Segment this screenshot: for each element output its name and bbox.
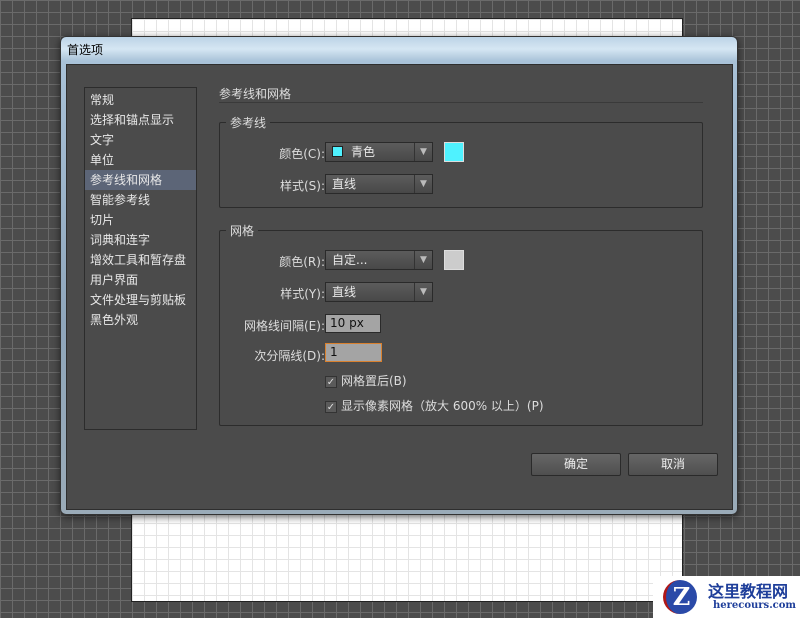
- sidebar-item-type[interactable]: 文字: [85, 130, 196, 150]
- subdivisions-label: 次分隔线(D):: [254, 349, 325, 363]
- subdivisions-input[interactable]: 1: [325, 343, 382, 362]
- sidebar-item-slices[interactable]: 切片: [85, 210, 196, 230]
- guides-color-label: 颜色(C):: [279, 147, 325, 161]
- divider: [219, 102, 703, 103]
- cancel-button[interactable]: 取消: [628, 453, 718, 476]
- preferences-category-list: 常规 选择和锚点显示 文字 单位 参考线和网格 智能参考线 切片 词典和连字 增…: [84, 87, 197, 430]
- section-title: 参考线和网格: [219, 87, 292, 101]
- guides-color-value: 青色: [351, 145, 376, 159]
- pixel-grid-label: 显示像素网格（放大 600% 以上）(P): [341, 399, 544, 413]
- sidebar-item-plugins[interactable]: 增效工具和暂存盘: [85, 250, 196, 270]
- ok-button[interactable]: 确定: [531, 453, 621, 476]
- checkmark-icon: ✓: [325, 376, 337, 388]
- grid-spacing-input[interactable]: 10 px: [325, 314, 381, 333]
- grid-group: 网格 颜色(R): 自定... ▼ 样式(Y): 直线 ▼ 网格线间隔(E): 10…: [219, 222, 703, 426]
- guides-color-dropdown[interactable]: 青色 ▼: [325, 142, 433, 162]
- guides-style-label: 样式(S):: [279, 179, 325, 193]
- sidebar-item-ui[interactable]: 用户界面: [85, 270, 196, 290]
- sidebar-item-general[interactable]: 常规: [85, 90, 196, 110]
- grids-in-back-checkbox[interactable]: ✓ 网格置后(B): [325, 372, 407, 389]
- grid-color-label: 颜色(R):: [279, 255, 325, 269]
- grid-color-dropdown[interactable]: 自定... ▼: [325, 250, 433, 270]
- cyan-swatch-icon: [332, 146, 343, 157]
- sidebar-item-black[interactable]: 黑色外观: [85, 310, 196, 330]
- watermark-url: herecours.com: [713, 600, 797, 611]
- dialog-title: 首选项: [67, 43, 104, 57]
- dialog-body: 常规 选择和锚点显示 文字 单位 参考线和网格 智能参考线 切片 词典和连字 增…: [66, 64, 733, 510]
- z-logo-icon: Z: [663, 580, 697, 614]
- grid-color-swatch[interactable]: [444, 250, 464, 270]
- sidebar-item-guides-grid[interactable]: 参考线和网格: [85, 170, 196, 190]
- sidebar-item-units[interactable]: 单位: [85, 150, 196, 170]
- sidebar-item-file-handling[interactable]: 文件处理与剪贴板: [85, 290, 196, 310]
- chevron-down-icon: ▼: [414, 175, 432, 193]
- watermark-logo: Z 这里教程网 herecours.com: [653, 576, 800, 618]
- sidebar-item-smart-guides[interactable]: 智能参考线: [85, 190, 196, 210]
- grid-style-label: 样式(Y):: [280, 287, 325, 301]
- guides-color-swatch[interactable]: [444, 142, 464, 162]
- grid-style-value: 直线: [332, 285, 357, 299]
- grids-in-back-label: 网格置后(B): [341, 374, 407, 388]
- watermark-name: 这里教程网: [708, 582, 789, 601]
- chevron-down-icon: ▼: [414, 251, 432, 269]
- grid-legend: 网格: [226, 222, 259, 239]
- grid-style-dropdown[interactable]: 直线 ▼: [325, 282, 433, 302]
- pixel-grid-checkbox[interactable]: ✓ 显示像素网格（放大 600% 以上）(P): [325, 397, 544, 414]
- guides-style-dropdown[interactable]: 直线 ▼: [325, 174, 433, 194]
- guides-group: 参考线 颜色(C): 青色 ▼ 样式(S): 直线 ▼: [219, 114, 703, 208]
- grid-color-value: 自定...: [332, 253, 368, 267]
- preferences-dialog: 首选项 常规 选择和锚点显示 文字 单位 参考线和网格 智能参考线 切片 词典和…: [60, 36, 738, 515]
- grid-spacing-label: 网格线间隔(E):: [244, 319, 325, 333]
- chevron-down-icon: ▼: [414, 143, 432, 161]
- sidebar-item-selection[interactable]: 选择和锚点显示: [85, 110, 196, 130]
- guides-legend: 参考线: [226, 114, 271, 131]
- chevron-down-icon: ▼: [414, 283, 432, 301]
- guides-style-value: 直线: [332, 177, 357, 191]
- sidebar-item-hyphenation[interactable]: 词典和连字: [85, 230, 196, 250]
- checkmark-icon: ✓: [325, 401, 337, 413]
